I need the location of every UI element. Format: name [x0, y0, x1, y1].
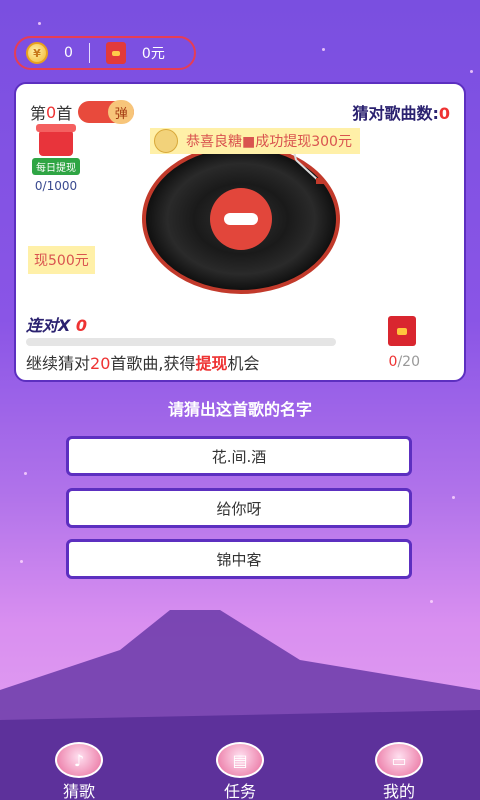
nav-item-guess[interactable]: ♪ 猜歌: [44, 742, 114, 800]
progress-hint: 继续猜对20首歌曲,获得提现机会: [26, 354, 260, 373]
divider: [88, 43, 90, 63]
nav-label-profile: 我的: [382, 782, 415, 800]
envelope-progress: 0/20: [388, 354, 420, 370]
round-number: 0: [46, 102, 57, 122]
task-card-icon: ▤: [216, 742, 264, 778]
nav-label-task: 任务: [223, 782, 256, 800]
nav-label-guess: 猜歌: [62, 782, 95, 800]
wallet-bar[interactable]: ¥ 0 0元: [14, 36, 196, 70]
coin-icon: ¥: [26, 42, 48, 64]
nav-item-profile[interactable]: ▭ 我的: [364, 742, 434, 800]
daily-withdraw-progress: 0/1000: [34, 179, 78, 193]
coin-balance: 0: [64, 45, 73, 61]
daily-withdraw-button[interactable]: 每日提现 0/1000: [28, 124, 84, 193]
progress-bar: [26, 338, 336, 346]
game-card: 第0首 弹 猜对歌曲数:0 每日提现 0/1000 恭喜良糖■成功提现300元 …: [14, 82, 466, 382]
round-indicator: 第0首 弹: [30, 100, 135, 124]
popup-toggle[interactable]: 弹: [78, 100, 135, 124]
red-envelope-icon[interactable]: [388, 316, 416, 346]
cash-tip: 现500元: [28, 246, 95, 274]
correct-count: 猜对歌曲数:0: [352, 104, 450, 123]
wallet-icon: ▭: [375, 742, 423, 778]
record-label: [210, 188, 272, 250]
combo-counter: 连对X 0: [26, 316, 88, 335]
nav-item-task[interactable]: ▤ 任务: [205, 742, 275, 800]
answer-option-1[interactable]: 花.间.酒: [66, 436, 412, 476]
gift-icon: [36, 124, 76, 156]
red-packet-icon: [105, 42, 126, 64]
answer-option-3[interactable]: 锦中客: [66, 539, 412, 579]
question-text: 请猜出这首歌的名字: [167, 400, 312, 419]
music-note-icon: ♪: [55, 742, 103, 778]
withdraw-notice: 恭喜良糖■成功提现300元: [150, 128, 360, 154]
bottom-nav: ♪ 猜歌 ▤ 任务 ▭ 我的: [0, 736, 480, 800]
answer-option-2[interactable]: 给你呀: [66, 488, 412, 528]
daily-withdraw-tag: 每日提现: [32, 158, 80, 175]
avatar: [154, 129, 178, 153]
popup-toggle-knob: 弹: [108, 100, 135, 124]
cash-balance: 0元: [141, 46, 165, 62]
